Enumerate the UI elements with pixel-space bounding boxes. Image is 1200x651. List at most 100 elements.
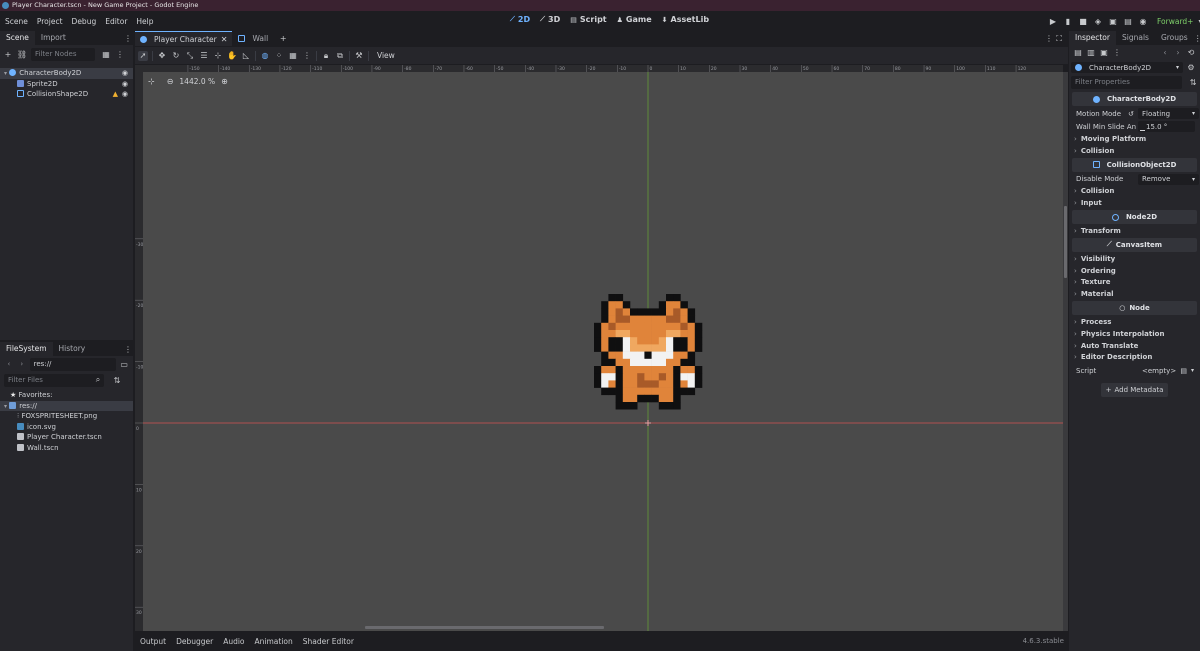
- group-texture[interactable]: › Texture: [1069, 277, 1200, 289]
- workspace-script-button[interactable]: ▤ Script: [570, 15, 606, 24]
- menu-editor[interactable]: Editor: [105, 17, 127, 26]
- menu-dots-icon[interactable]: ⋮: [123, 33, 133, 43]
- file-foxspritesheet[interactable]: ⁝ FOXSPRITESHEET.png: [0, 411, 133, 422]
- folder-res[interactable]: ▾ res://: [0, 400, 133, 411]
- motion-mode-select[interactable]: Floating ▾: [1138, 108, 1199, 119]
- group-auto-translate[interactable]: › Auto Translate: [1069, 340, 1200, 352]
- link-icon[interactable]: ⛓: [17, 49, 27, 59]
- section-collisionobject2d[interactable]: CollisionObject2D: [1072, 157, 1197, 172]
- group-transform[interactable]: › Transform: [1069, 225, 1200, 237]
- workspace-assetlib-button[interactable]: ⬇ AssetLib: [662, 15, 709, 24]
- tab-shader-editor[interactable]: Shader Editor: [303, 637, 354, 646]
- visibility-eye-icon[interactable]: ◉: [122, 89, 128, 100]
- warning-icon[interactable]: ▲: [113, 89, 118, 100]
- view-menu-button[interactable]: View: [373, 51, 399, 60]
- favorites-item[interactable]: ★ Favorites:: [0, 390, 133, 401]
- smart-snap-icon[interactable]: ◍: [260, 51, 270, 61]
- disable-mode-select[interactable]: Remove ▾: [1138, 173, 1199, 185]
- back-icon[interactable]: ‹: [1160, 48, 1170, 58]
- rotate-mode-icon[interactable]: ↻: [171, 51, 181, 61]
- group-moving-platform[interactable]: › Moving Platform: [1069, 133, 1200, 145]
- stop-icon[interactable]: ■: [1078, 16, 1088, 26]
- file-wall[interactable]: Wall.tscn: [0, 443, 133, 454]
- menu-project[interactable]: Project: [37, 17, 63, 26]
- inspector-options-icon[interactable]: ⇅: [1188, 78, 1198, 88]
- menu-dots-icon[interactable]: ⋮: [302, 51, 312, 61]
- section-node[interactable]: ○ Node: [1072, 301, 1197, 316]
- group-ordering[interactable]: › Ordering: [1069, 265, 1200, 277]
- tab-history[interactable]: History: [53, 342, 92, 356]
- tab-animation[interactable]: Animation: [255, 637, 293, 646]
- tree-node-sprite2d[interactable]: Sprite2D ◉: [0, 79, 133, 90]
- visibility-eye-icon[interactable]: ◉: [122, 79, 128, 90]
- distraction-free-icon[interactable]: ⛶: [1054, 34, 1064, 44]
- back-icon[interactable]: ‹: [4, 359, 14, 369]
- tab-output[interactable]: Output: [140, 637, 166, 646]
- file-icon-svg[interactable]: icon.svg: [0, 422, 133, 433]
- play-icon[interactable]: ▶: [1048, 16, 1058, 26]
- workspace-2d-button[interactable]: ⟋ 2D: [510, 15, 530, 24]
- lock-icon[interactable]: 🔒︎: [321, 51, 331, 61]
- file-player-character[interactable]: Player Character.tscn: [0, 432, 133, 443]
- tree-node-characterbody2d[interactable]: ▾ CharacterBody2D ◉: [0, 68, 133, 79]
- filter-files-input[interactable]: Filter Files: [4, 373, 104, 387]
- zoom-out-icon[interactable]: ⊖: [167, 77, 174, 86]
- group-collision[interactable]: › Collision: [1069, 145, 1200, 157]
- filter-properties-input[interactable]: Filter Properties: [1071, 76, 1183, 89]
- pan-mode-icon[interactable]: ✋: [227, 51, 237, 61]
- object-menu-icon[interactable]: ⚙: [1186, 63, 1196, 73]
- workspace-3d-button[interactable]: ⟋ 3D: [540, 15, 560, 24]
- revert-icon[interactable]: ↺: [1128, 110, 1138, 118]
- pivot-mode-icon[interactable]: ⊹: [213, 51, 223, 61]
- bone-icon[interactable]: ⚒: [354, 51, 364, 61]
- group-visibility[interactable]: › Visibility: [1069, 253, 1200, 265]
- menu-dots-icon[interactable]: ⋮: [1194, 33, 1200, 43]
- canvas-viewport[interactable]: ⊹ ⊖ 1442.0 % ⊕: [143, 72, 1063, 631]
- move-mode-icon[interactable]: ✥: [157, 51, 167, 61]
- tab-audio[interactable]: Audio: [223, 637, 244, 646]
- zoom-in-icon[interactable]: ⊕: [221, 77, 228, 86]
- menu-debug[interactable]: Debug: [72, 17, 97, 26]
- tab-groups[interactable]: Groups: [1155, 31, 1194, 45]
- tab-debugger[interactable]: Debugger: [176, 637, 213, 646]
- split-view-icon[interactable]: ▭: [119, 359, 129, 369]
- group-editor-description[interactable]: › Editor Description: [1069, 352, 1200, 364]
- section-canvasitem[interactable]: ⟋ CanvasItem: [1072, 237, 1197, 252]
- visibility-eye-icon[interactable]: ◉: [122, 68, 128, 79]
- menu-dots-icon[interactable]: ⋮: [123, 344, 133, 354]
- ruler-mode-icon[interactable]: ◺: [241, 51, 251, 61]
- add-node-icon[interactable]: +: [3, 49, 13, 59]
- wall-min-slide-angle-slider[interactable]: 15.0 °: [1138, 121, 1195, 132]
- tab-scene[interactable]: Scene: [0, 31, 35, 45]
- vertical-scrollbar[interactable]: [1064, 206, 1067, 278]
- forward-icon[interactable]: ›: [17, 359, 27, 369]
- tab-import[interactable]: Import: [35, 31, 72, 45]
- section-characterbody2d[interactable]: CharacterBody2D: [1072, 92, 1197, 106]
- resource-menu-icon[interactable]: ⋮: [1112, 48, 1122, 58]
- list-select-icon[interactable]: ☰: [199, 51, 209, 61]
- menu-help[interactable]: Help: [136, 17, 153, 26]
- pause-icon[interactable]: ▮: [1063, 16, 1073, 26]
- scale-mode-icon[interactable]: ⤡: [185, 51, 195, 61]
- group-collision[interactable]: › Collision: [1069, 186, 1200, 198]
- group-input[interactable]: › Input: [1069, 197, 1200, 209]
- tab-filesystem[interactable]: FileSystem: [0, 342, 53, 356]
- menu-dots-icon[interactable]: ⋮: [1044, 34, 1054, 44]
- section-node2d[interactable]: Node2D: [1072, 210, 1197, 225]
- tree-node-collisionshape2d[interactable]: CollisionShape2D ▲ ◉: [0, 89, 133, 100]
- tab-wall[interactable]: Wall: [232, 31, 274, 46]
- add-metadata-button[interactable]: + Add Metadata: [1100, 383, 1169, 398]
- remote-debug-icon[interactable]: ◈: [1093, 16, 1103, 26]
- script-resource-picker[interactable]: <empty> ▤ ▾: [1138, 365, 1198, 376]
- workspace-game-button[interactable]: ♟ Game: [617, 15, 652, 24]
- tab-player-character[interactable]: Player Character ✕: [135, 31, 233, 46]
- play-custom-icon[interactable]: ▤: [1123, 16, 1133, 26]
- play-scene-icon[interactable]: ▣: [1108, 16, 1118, 26]
- close-icon[interactable]: ✕: [221, 35, 228, 44]
- open-folder-icon[interactable]: ▥: [1086, 48, 1096, 58]
- group-icon[interactable]: ⧉: [335, 51, 345, 61]
- history-icon[interactable]: ⟲: [1186, 48, 1196, 58]
- object-selector[interactable]: CharacterBody2D ▾: [1071, 62, 1183, 73]
- filter-nodes-input[interactable]: Filter Nodes: [31, 47, 95, 61]
- save-icon[interactable]: ▣: [1099, 48, 1109, 58]
